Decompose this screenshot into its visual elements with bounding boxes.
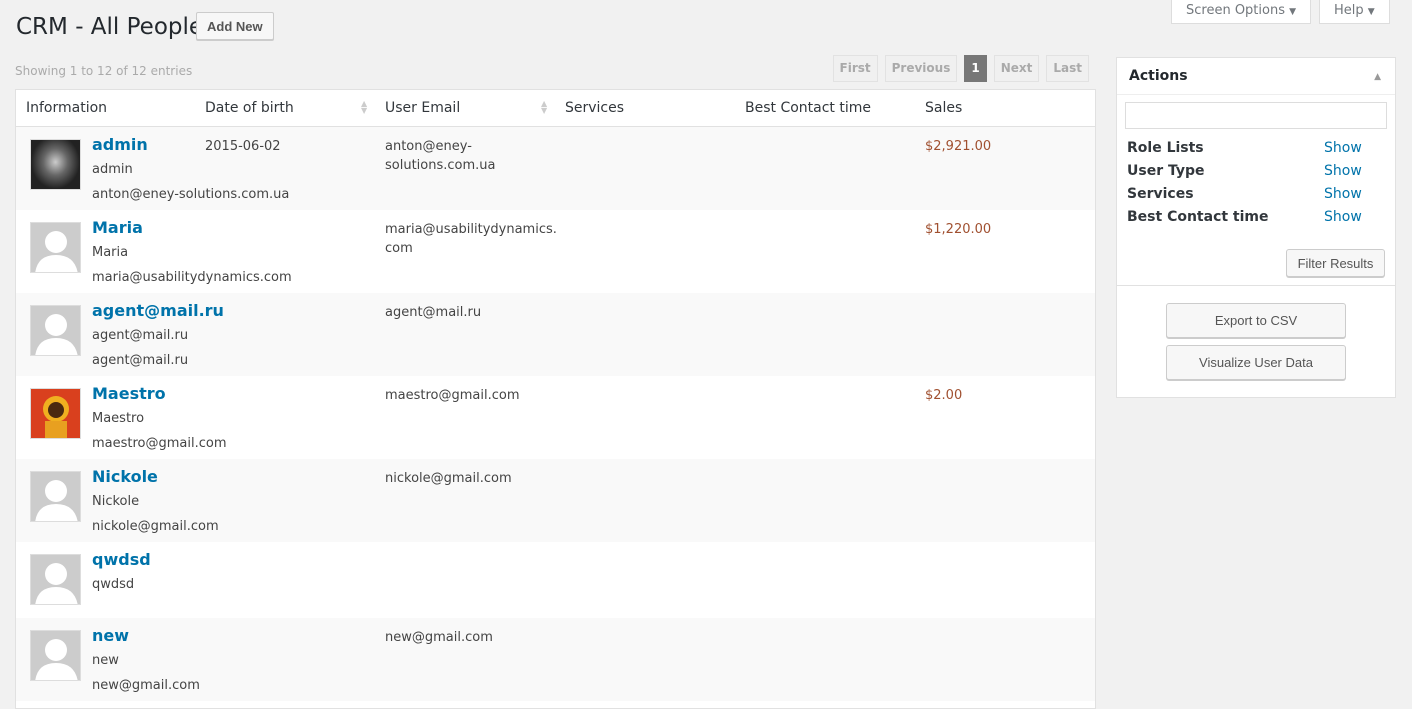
filter-user-type: User Type bbox=[1127, 163, 1205, 179]
user-email: maria@usabilitydynamics. com bbox=[385, 222, 557, 256]
sales: $2.00 bbox=[925, 388, 963, 403]
person-email: anton@eney-solutions.com.ua bbox=[92, 187, 290, 202]
person-login: new bbox=[92, 653, 119, 668]
entries-info: Showing 1 to 12 of 12 entries bbox=[15, 64, 193, 78]
add-new-button[interactable]: Add New bbox=[196, 12, 274, 40]
visualize-user-data-button[interactable]: Visualize User Data bbox=[1166, 345, 1346, 380]
table-row: Maria Maria maria@usabilitydynamics.com … bbox=[16, 210, 1095, 293]
col-date-of-birth[interactable]: Date of birth bbox=[205, 100, 294, 116]
table-row: new new new@gmail.com new@gmail.com bbox=[16, 618, 1095, 701]
next-page-button[interactable]: Next bbox=[993, 55, 1040, 82]
avatar bbox=[30, 630, 81, 681]
person-login: admin bbox=[92, 162, 133, 177]
person-email: maestro@gmail.com bbox=[92, 436, 227, 451]
sort-icon[interactable]: ▲ ▼ bbox=[361, 100, 367, 115]
col-best-contact-time[interactable]: Best Contact time bbox=[745, 100, 871, 116]
actions-panel: Actions ▲ Role Lists Show User Type Show… bbox=[1116, 57, 1396, 398]
show-role-lists-link[interactable]: Show bbox=[1324, 140, 1362, 156]
table-row: agent@mail.ru agent@mail.ru agent@mail.r… bbox=[16, 293, 1095, 376]
avatar bbox=[30, 554, 81, 605]
user-email: new@gmail.com bbox=[385, 630, 493, 645]
person-name-link[interactable]: Maria bbox=[92, 218, 143, 237]
show-best-contact-time-link[interactable]: Show bbox=[1324, 209, 1362, 225]
show-services-link[interactable]: Show bbox=[1324, 186, 1362, 202]
person-login: Maestro bbox=[92, 411, 145, 426]
filter-search-input[interactable] bbox=[1125, 102, 1387, 129]
person-email: new@gmail.com bbox=[92, 678, 200, 693]
person-email: agent@mail.ru bbox=[92, 353, 189, 368]
table-row: Maestro Maestro maestro@gmail.com maestr… bbox=[16, 376, 1095, 459]
person-login: Nickole bbox=[92, 494, 140, 509]
col-sales[interactable]: Sales bbox=[925, 100, 962, 116]
person-name-link[interactable]: Nickole bbox=[92, 467, 158, 486]
person-name-link[interactable]: admin bbox=[92, 135, 148, 154]
avatar bbox=[30, 388, 81, 439]
sort-icon[interactable]: ▲ ▼ bbox=[541, 100, 547, 115]
table-row: Nickole Nickole nickole@gmail.com nickol… bbox=[16, 459, 1095, 542]
show-user-type-link[interactable]: Show bbox=[1324, 163, 1362, 179]
avatar bbox=[30, 139, 81, 190]
page-title: CRM - All People bbox=[16, 14, 204, 40]
person-login: agent@mail.ru bbox=[92, 328, 189, 343]
person-name-link[interactable]: new bbox=[92, 626, 129, 645]
person-name-link[interactable]: qwdsd bbox=[92, 550, 151, 569]
caret-down-icon: ▼ bbox=[1367, 7, 1375, 17]
pagination: First Previous 1 Next Last bbox=[832, 55, 1089, 82]
table-header: Information Date of birth ▲ ▼ User Email … bbox=[16, 90, 1095, 127]
table-row: admin admin anton@eney-solutions.com.ua … bbox=[16, 127, 1095, 210]
avatar bbox=[30, 222, 81, 273]
help-button[interactable]: Help ▼ bbox=[1319, 0, 1390, 24]
avatar bbox=[30, 305, 81, 356]
person-email: maria@usabilitydynamics.com bbox=[92, 270, 292, 285]
current-page[interactable]: 1 bbox=[964, 55, 987, 82]
avatar bbox=[30, 471, 81, 522]
person-login: Maria bbox=[92, 245, 129, 260]
filter-role-lists: Role Lists bbox=[1127, 140, 1204, 156]
filter-results-button[interactable]: Filter Results bbox=[1286, 249, 1385, 277]
last-page-button[interactable]: Last bbox=[1046, 55, 1089, 82]
divider bbox=[1117, 285, 1395, 286]
sales: $1,220.00 bbox=[925, 222, 992, 237]
actions-title: Actions bbox=[1117, 58, 1395, 95]
user-email: anton@eney- solutions.com.ua bbox=[385, 139, 496, 173]
filter-services: Services bbox=[1127, 186, 1194, 202]
col-services[interactable]: Services bbox=[565, 100, 624, 116]
col-user-email[interactable]: User Email bbox=[385, 100, 460, 116]
collapse-icon[interactable]: ▲ bbox=[1374, 72, 1381, 82]
people-table: Information Date of birth ▲ ▼ User Email … bbox=[15, 89, 1096, 709]
user-email: agent@mail.ru bbox=[385, 305, 482, 320]
person-login: qwdsd bbox=[92, 577, 135, 592]
person-email: nickole@gmail.com bbox=[92, 519, 219, 534]
help-label: Help bbox=[1334, 3, 1364, 18]
filter-best-contact-time: Best Contact time bbox=[1127, 209, 1269, 225]
first-page-button[interactable]: First bbox=[832, 55, 878, 82]
person-name-link[interactable]: agent@mail.ru bbox=[92, 301, 224, 320]
user-email: maestro@gmail.com bbox=[385, 388, 520, 403]
screen-options-label: Screen Options bbox=[1186, 3, 1285, 18]
user-email: nickole@gmail.com bbox=[385, 471, 512, 486]
export-csv-button[interactable]: Export to CSV bbox=[1166, 303, 1346, 338]
screen-options-button[interactable]: Screen Options ▼ bbox=[1171, 0, 1312, 24]
col-information[interactable]: Information bbox=[26, 100, 107, 116]
table-row: qwdsd qwdsd bbox=[16, 542, 1095, 618]
sales: $2,921.00 bbox=[925, 139, 992, 154]
person-name-link[interactable]: Maestro bbox=[92, 384, 166, 403]
previous-page-button[interactable]: Previous bbox=[884, 55, 958, 82]
date-of-birth: 2015-06-02 bbox=[205, 139, 281, 154]
caret-down-icon: ▼ bbox=[1289, 7, 1297, 17]
